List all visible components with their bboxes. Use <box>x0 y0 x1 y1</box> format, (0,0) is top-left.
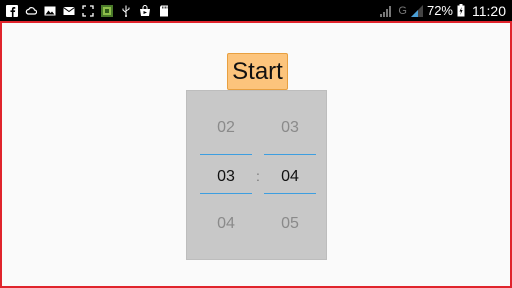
notification-icons <box>6 3 170 18</box>
system-tray: G 72% 11:20 <box>380 0 506 21</box>
usb-icon <box>122 5 130 17</box>
cloud-icon <box>25 6 37 15</box>
signal-icon <box>410 4 423 17</box>
minute-divider-bottom <box>264 193 316 194</box>
minute-next[interactable]: 05 <box>262 215 318 233</box>
hour-selected[interactable]: 03 <box>198 168 254 186</box>
store-icon <box>140 4 150 16</box>
image-icon <box>44 6 56 15</box>
status-bar: G 72% 11:20 <box>0 0 512 21</box>
hour-spinner[interactable]: 02 03 04 <box>198 91 254 261</box>
screenshot-icon <box>82 4 94 17</box>
hour-next[interactable]: 04 <box>198 215 254 233</box>
facebook-icon <box>6 4 18 17</box>
minute-selected[interactable]: 04 <box>262 168 318 186</box>
app-content: Start 02 03 04 : 03 04 05 <box>0 21 512 288</box>
battery-icon <box>457 4 465 17</box>
hour-previous[interactable]: 02 <box>198 119 254 137</box>
network-type: G <box>398 4 407 17</box>
hour-divider-top <box>200 154 252 155</box>
minute-divider-top <box>264 154 316 155</box>
time-separator: : <box>256 168 260 184</box>
battery-percent: 72% <box>426 3 453 18</box>
start-button[interactable]: Start <box>227 53 288 90</box>
clock: 11:20 <box>472 2 506 19</box>
app-icon <box>101 4 113 17</box>
minute-previous[interactable]: 03 <box>262 119 318 137</box>
time-picker[interactable]: 02 03 04 : 03 04 05 <box>186 90 327 260</box>
signal-icon <box>380 5 392 17</box>
sd-card-icon <box>160 5 168 16</box>
hour-divider-bottom <box>200 193 252 194</box>
mail-icon <box>63 6 75 15</box>
minute-spinner[interactable]: 03 04 05 <box>262 91 318 261</box>
